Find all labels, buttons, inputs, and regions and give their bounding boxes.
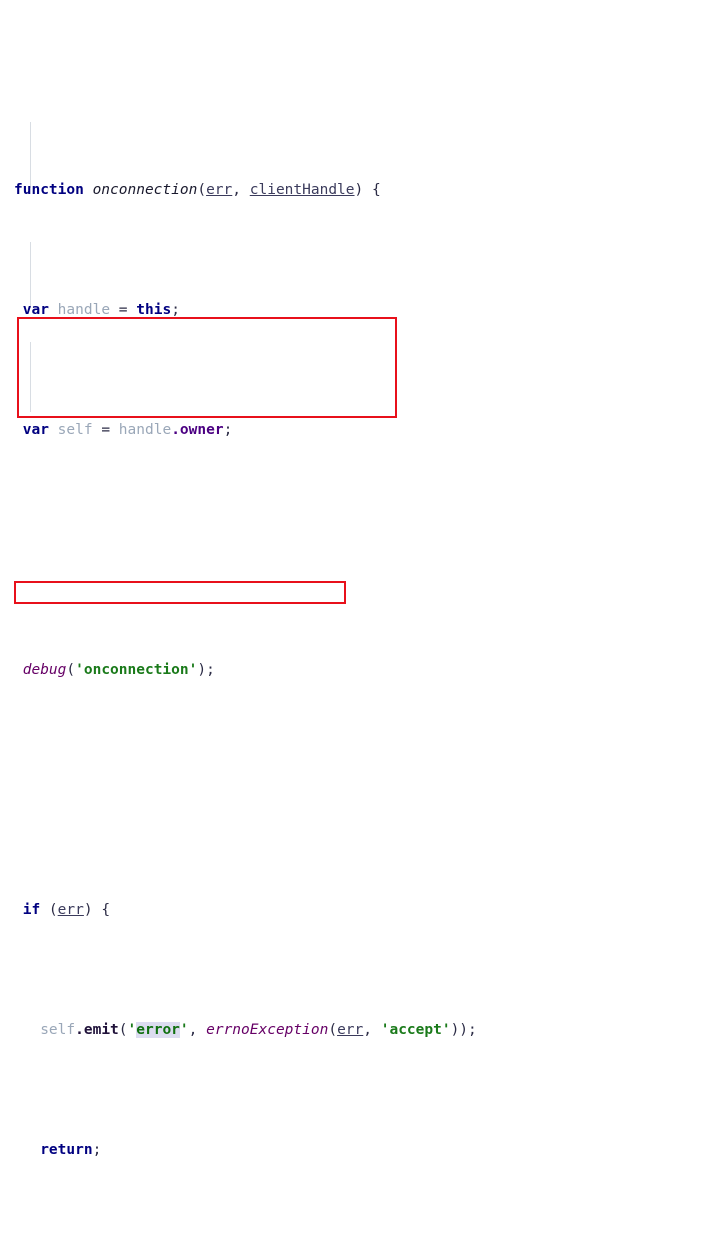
- token-punct: (: [328, 1022, 338, 1038]
- token-parameter: err: [337, 1022, 364, 1038]
- token-keyword: var: [22, 302, 49, 318]
- token-punct: );: [197, 662, 215, 678]
- code-line: function onconnection(err, clientHandle)…: [0, 180, 725, 200]
- token-punct: ) {: [83, 902, 111, 918]
- code-line: return;: [0, 1140, 725, 1160]
- token-string-quote: ': [179, 1022, 189, 1038]
- token-punct: (: [118, 1022, 128, 1038]
- token-keyword: function: [14, 182, 84, 198]
- token-keyword: return: [40, 1142, 93, 1158]
- token-keyword: var: [22, 422, 49, 438]
- token-operator: =: [110, 302, 137, 318]
- token-punct: ));: [450, 1022, 477, 1038]
- token-identifier: handle: [57, 302, 111, 318]
- token-operator: =: [92, 422, 119, 438]
- token-punct: (: [40, 902, 58, 918]
- token-keyword: if: [22, 902, 41, 918]
- token-parameter: clientHandle: [249, 182, 355, 198]
- token-identifier: self: [40, 1022, 76, 1038]
- token-identifier: self: [57, 422, 93, 438]
- token-string: 'accept': [380, 1022, 451, 1038]
- token-function-name: onconnection: [92, 182, 198, 198]
- token-identifier: handle: [118, 422, 172, 438]
- token-punct: ,: [363, 1022, 381, 1038]
- code-line: debug('onconnection');: [0, 660, 725, 680]
- token-punct: ;: [92, 1142, 102, 1158]
- code-line: self.emit('error', errnoException(err, '…: [0, 1020, 725, 1040]
- indent-guide: [30, 242, 31, 308]
- token-function-call: errnoException: [206, 1022, 329, 1038]
- token-punct: ) {: [354, 182, 381, 198]
- code-viewer[interactable]: function onconnection(err, clientHandle)…: [0, 0, 725, 1158]
- indent-guide: [30, 342, 31, 412]
- token-parameter: err: [206, 182, 233, 198]
- token-punct: ,: [232, 182, 250, 198]
- token-property: .owner: [171, 422, 224, 438]
- token-string-quote: ': [127, 1022, 137, 1038]
- annotation-box-socket-construction: [17, 317, 397, 418]
- token-function-call: debug: [22, 662, 67, 678]
- token-property: .emit: [75, 1022, 119, 1038]
- token-parameter: err: [57, 902, 84, 918]
- token-keyword: this: [136, 302, 172, 318]
- token-string-highlighted: error: [136, 1022, 180, 1038]
- code-line: if (err) {: [0, 900, 725, 920]
- token-punct: ;: [171, 302, 180, 318]
- code-line: var handle = this;: [0, 300, 725, 320]
- token-string: 'onconnection': [75, 662, 198, 678]
- token-punct: ;: [223, 422, 233, 438]
- token-punct: (: [66, 662, 76, 678]
- indent-guide: [30, 122, 31, 188]
- token-punct: ,: [188, 1022, 207, 1038]
- token-punct: (: [197, 182, 207, 198]
- code-line: var self = handle.owner;: [0, 420, 725, 440]
- annotation-box-emit-connection: [14, 581, 346, 604]
